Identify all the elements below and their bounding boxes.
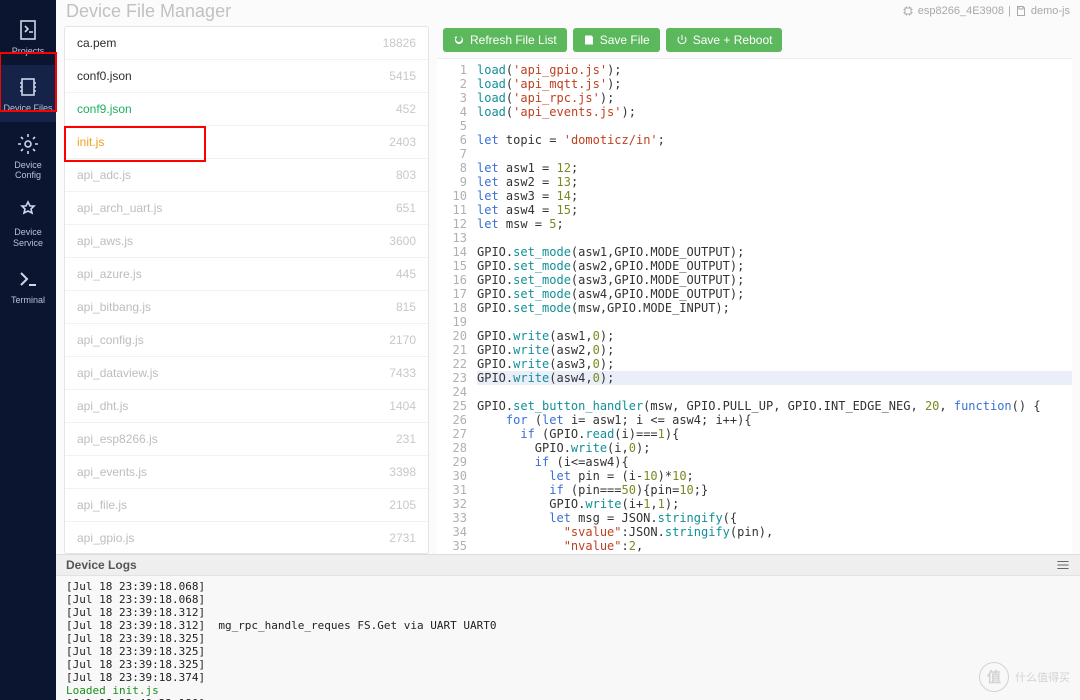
file-size: 2403: [389, 135, 416, 149]
file-row[interactable]: api_adc.js 803: [65, 159, 428, 192]
sidebar-item-label: Terminal: [11, 295, 45, 306]
file-size: 18826: [383, 36, 416, 50]
file-list-pane: ca.pem 18826 conf0.json 5415 conf9.json 452 in…: [64, 26, 429, 554]
sidebar-item-projects[interactable]: Projects: [0, 8, 56, 65]
file-name: api_aws.js: [77, 234, 133, 248]
logs-title: Device Logs: [66, 558, 137, 572]
save-reboot-button[interactable]: Save + Reboot: [666, 28, 783, 52]
file-size: 452: [396, 102, 416, 116]
file-size: 815: [396, 300, 416, 314]
file-row[interactable]: api_esp8266.js 231: [65, 423, 428, 456]
file-name: api_gpio.js: [77, 531, 134, 545]
file-list[interactable]: ca.pem 18826 conf0.json 5415 conf9.json 452 in…: [65, 27, 428, 553]
file-row[interactable]: conf0.json 5415: [65, 60, 428, 93]
logs-body[interactable]: [Jul 18 23:39:18.068] [Jul 18 23:39:18.0…: [56, 576, 1080, 700]
terminal-icon: [16, 267, 40, 291]
file-row[interactable]: api_dht.js 1404: [65, 390, 428, 423]
file-row[interactable]: api_aws.js 3600: [65, 225, 428, 258]
file-name: api_azure.js: [77, 267, 142, 281]
file-row[interactable]: api_azure.js 445: [65, 258, 428, 291]
device-service-icon: [16, 199, 40, 223]
file-size: 7433: [389, 366, 416, 380]
file-size: 1404: [389, 399, 416, 413]
save-button[interactable]: Save File: [573, 28, 660, 52]
device-files-icon: [16, 75, 40, 99]
file-name: api_esp8266.js: [77, 432, 158, 446]
sidebar-item-label: Device Files: [3, 103, 52, 114]
header: Device File Manager esp8266_4E3908 | dem…: [56, 0, 1080, 22]
file-row[interactable]: api_gpio.js 2731: [65, 522, 428, 553]
code-lines[interactable]: load('api_gpio.js');load('api_mqtt.js');…: [473, 59, 1072, 554]
editor-pane: Refresh File List Save File Save + Reboo…: [437, 26, 1072, 554]
file-row[interactable]: ca.pem 18826: [65, 27, 428, 60]
refresh-button[interactable]: Refresh File List: [443, 28, 567, 52]
save-icon: [583, 34, 595, 46]
file-row[interactable]: api_events.js 3398: [65, 456, 428, 489]
file-name: api_file.js: [77, 498, 127, 512]
file-size: 803: [396, 168, 416, 182]
file-size: 651: [396, 201, 416, 215]
power-icon: [676, 34, 688, 46]
page-title: Device File Manager: [66, 1, 902, 22]
sidebar: Projects Device Files Device Config Device …: [0, 0, 56, 700]
file-row[interactable]: init.js 2403: [65, 126, 428, 159]
file-size: 231: [396, 432, 416, 446]
crumb-device[interactable]: esp8266_4E3908: [918, 5, 1004, 17]
device-config-icon: [16, 132, 40, 156]
file-size: 2170: [389, 333, 416, 347]
save-icon: [1015, 5, 1027, 17]
file-row[interactable]: api_arch_uart.js 651: [65, 192, 428, 225]
chip-icon: [902, 5, 914, 17]
file-name: api_arch_uart.js: [77, 201, 162, 215]
file-name: ca.pem: [77, 36, 116, 50]
file-size: 3600: [389, 234, 416, 248]
sidebar-item-label: Projects: [12, 46, 45, 57]
file-row[interactable]: api_file.js 2105: [65, 489, 428, 522]
code-editor[interactable]: 1234567891011121314151617181920212223242…: [437, 58, 1072, 554]
file-name: api_events.js: [77, 465, 147, 479]
refresh-icon: [453, 34, 465, 46]
sidebar-item-label: Device Service: [0, 227, 56, 249]
sidebar-item-device-config[interactable]: Device Config: [0, 122, 56, 190]
sidebar-item-device-files[interactable]: Device Files: [0, 65, 56, 122]
file-size: 5415: [389, 69, 416, 83]
file-size: 445: [396, 267, 416, 281]
menu-icon[interactable]: [1056, 560, 1070, 570]
file-name: api_dht.js: [77, 399, 128, 413]
projects-icon: [16, 18, 40, 42]
sidebar-item-label: Device Config: [0, 160, 56, 182]
file-row[interactable]: api_bitbang.js 815: [65, 291, 428, 324]
file-name: api_adc.js: [77, 168, 131, 182]
breadcrumb: esp8266_4E3908 | demo-js: [902, 5, 1070, 17]
sidebar-item-device-service[interactable]: Device Service: [0, 189, 56, 257]
file-row[interactable]: api_dataview.js 7433: [65, 357, 428, 390]
crumb-project[interactable]: demo-js: [1031, 5, 1070, 17]
sidebar-item-terminal[interactable]: Terminal: [0, 257, 56, 314]
file-name: conf9.json: [77, 102, 132, 116]
code-gutter: 1234567891011121314151617181920212223242…: [437, 59, 473, 554]
file-name: api_dataview.js: [77, 366, 158, 380]
file-row[interactable]: api_config.js 2170: [65, 324, 428, 357]
file-name: init.js: [77, 135, 104, 149]
file-size: 2731: [389, 531, 416, 545]
logs-header: Device Logs: [56, 555, 1080, 576]
logs-pane: Device Logs [Jul 18 23:39:18.068] [Jul 1…: [56, 554, 1080, 700]
file-size: 2105: [389, 498, 416, 512]
file-size: 3398: [389, 465, 416, 479]
file-name: conf0.json: [77, 69, 132, 83]
file-row[interactable]: conf9.json 452: [65, 93, 428, 126]
file-name: api_bitbang.js: [77, 300, 151, 314]
file-name: api_config.js: [77, 333, 144, 347]
editor-toolbar: Refresh File List Save File Save + Reboo…: [437, 26, 1072, 58]
